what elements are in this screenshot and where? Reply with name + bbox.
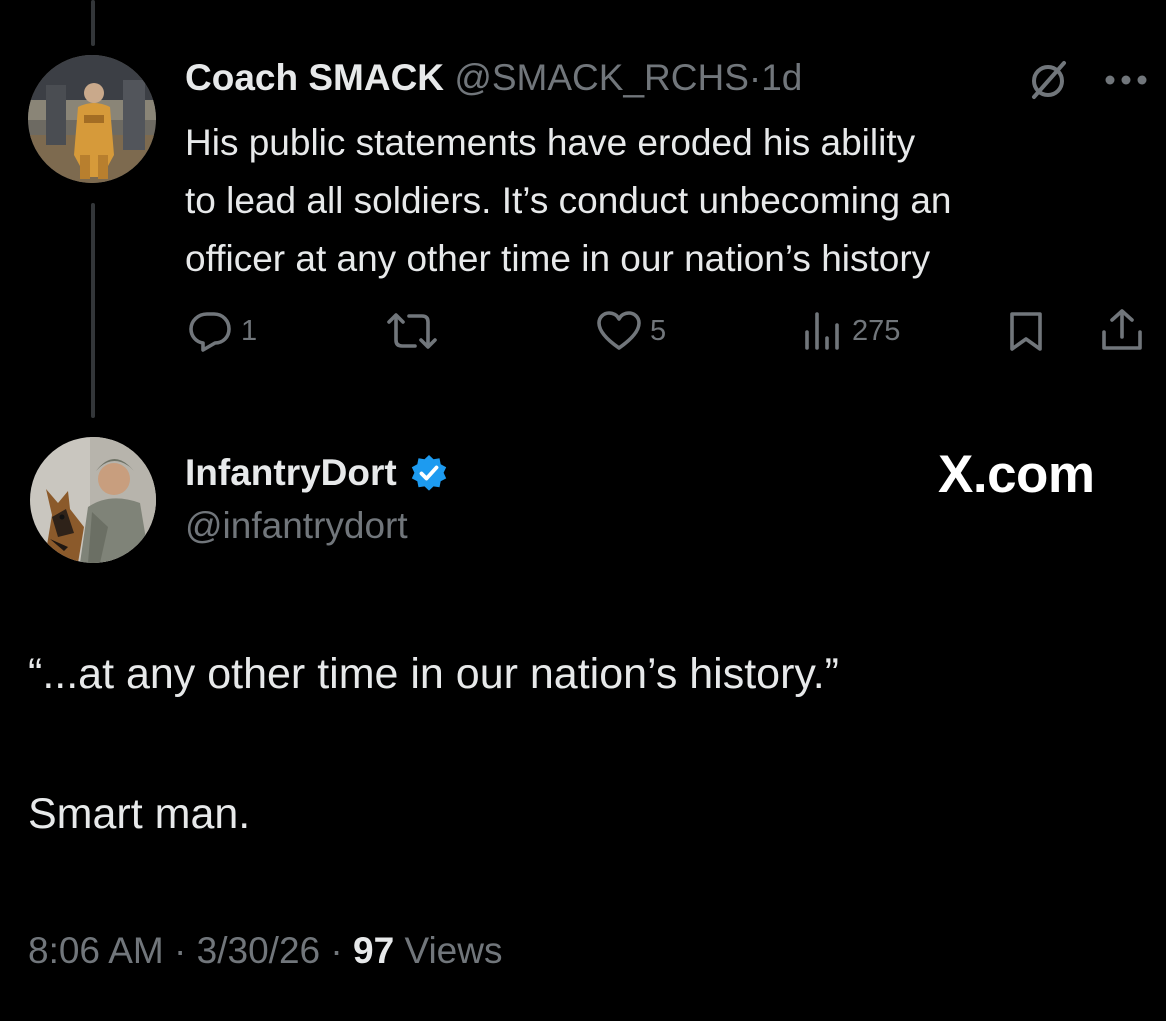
- bookmark-icon: [1010, 312, 1042, 351]
- parent-tweet-text: His public statements have eroded his ab…: [185, 114, 1145, 288]
- separator: ·: [748, 57, 762, 98]
- like-icon: [597, 311, 641, 350]
- author-name[interactable]: Coach SMACK: [185, 57, 444, 98]
- verified-badge-icon: [411, 455, 446, 491]
- author-name[interactable]: InfantryDort: [185, 449, 397, 497]
- more-icon[interactable]: [1102, 72, 1150, 88]
- repost-icon: [387, 313, 437, 349]
- views-count: 275: [852, 314, 901, 347]
- bookmark-button[interactable]: [1006, 310, 1046, 352]
- views-count[interactable]: 97: [353, 930, 394, 971]
- like-button[interactable]: 5: [596, 310, 666, 352]
- reply-count: 1: [241, 314, 258, 347]
- share-icon: [1102, 309, 1142, 350]
- main-tweet-text-line-2: Smart man.: [28, 790, 251, 838]
- tweet-text-line: His public statements have eroded his ab…: [185, 122, 916, 163]
- reply-button[interactable]: 1: [187, 310, 257, 352]
- share-button[interactable]: [1099, 308, 1145, 352]
- separator: ·: [174, 930, 187, 971]
- avatar-infantrydort[interactable]: [30, 437, 156, 563]
- views-icon: [805, 312, 839, 350]
- thread-line: [91, 203, 95, 418]
- tweet-meta: 8:06 AM · 3/30/26 · 97 Views: [28, 925, 502, 977]
- views-button[interactable]: 275: [802, 310, 900, 352]
- parent-tweet-header: Coach SMACK @SMACK_RCHS·1d: [185, 52, 802, 104]
- author-handle[interactable]: @SMACK_RCHS: [454, 57, 749, 98]
- tweet-time[interactable]: 1d: [761, 57, 802, 98]
- tweet-text-line: to lead all soldiers. It’s conduct unbec…: [185, 180, 952, 221]
- main-tweet-author[interactable]: InfantryDort: [185, 449, 449, 497]
- main-tweet-text-line-1: “...at any other time in our nation’s hi…: [28, 650, 839, 698]
- avatar-coach-smack[interactable]: [28, 55, 156, 183]
- reply-icon: [189, 312, 231, 352]
- like-count: 5: [650, 314, 667, 347]
- grok-icon[interactable]: [1024, 57, 1072, 105]
- x-com-watermark: X.com: [938, 445, 1095, 504]
- tweet-date[interactable]: 3/30/26: [197, 930, 320, 971]
- tweet-time[interactable]: 8:06 AM: [28, 930, 164, 971]
- tweet-text-line: officer at any other time in our nation’…: [185, 238, 931, 279]
- views-label[interactable]: Views: [404, 930, 502, 971]
- author-handle[interactable]: @infantrydort: [185, 502, 408, 550]
- separator: ·: [330, 930, 343, 971]
- thread-line-top: [91, 0, 95, 46]
- repost-button[interactable]: [385, 310, 447, 352]
